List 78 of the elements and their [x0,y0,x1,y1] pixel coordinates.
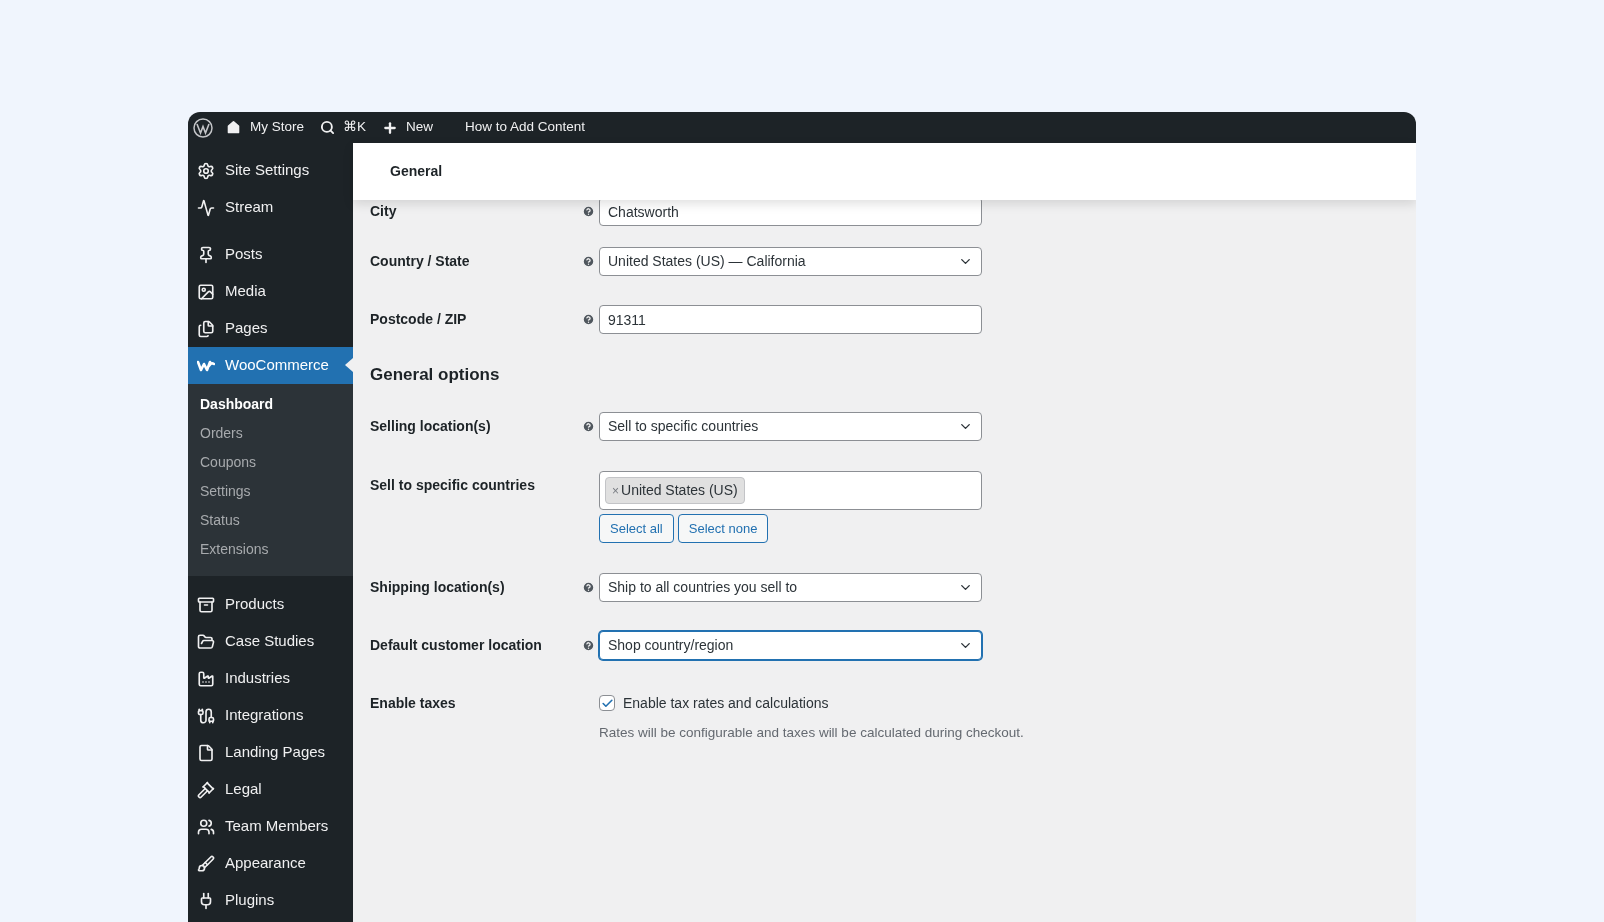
field-label: Postcode / ZIP [370,310,468,329]
factory-icon [197,669,215,688]
help-icon[interactable] [582,639,595,652]
field-label: City [370,202,398,221]
submenu-item[interactable]: Settings [188,477,353,506]
help-link[interactable]: How to Add Content [465,117,586,138]
sidebar-item[interactable]: Media [188,273,353,310]
field-label: Shipping location(s) [370,578,506,597]
section-heading: General options [370,364,501,384]
current-arrow-icon [345,358,353,372]
submenu-item[interactable]: Dashboard [188,390,353,419]
help-icon[interactable] [582,255,595,268]
sidebar-item[interactable]: Pages [188,310,353,347]
checkbox-label: Enable tax rates and calculations [623,693,829,713]
gavel-icon [197,780,215,799]
text-field[interactable]: 91311 [599,305,982,334]
sidebar-item[interactable]: Industries [188,660,353,697]
users-icon [197,817,215,836]
field-description: Rates will be configurable and taxes will be calculated during checkout. [599,724,1024,742]
field-label: Sell to specific countries [370,476,536,495]
field-label: Enable taxes [370,694,457,713]
select-field[interactable]: United States (US) — California [599,247,982,276]
cable-icon [197,706,215,725]
select-field[interactable]: Sell to specific countries [599,412,982,441]
multiselect-field[interactable]: ×United States (US) [599,471,982,510]
sidebar-item[interactable]: Integrations [188,697,353,734]
select-field[interactable]: Shop country/region [599,631,982,660]
sidebar-item[interactable]: WooCommerce [188,347,353,384]
help-icon[interactable] [582,420,595,433]
pages-icon [197,319,215,338]
check-icon [600,696,614,710]
sidebar-item[interactable]: Case Studies [188,623,353,660]
submenu-item[interactable]: Coupons [188,448,353,477]
home-icon [225,119,242,136]
folder-icon [197,632,215,651]
sidebar-item[interactable]: Team Members [188,808,353,845]
select-value: Shop country/region [608,636,734,655]
archive-icon [197,595,215,614]
search-link[interactable]: ⌘K [320,117,367,138]
submenu-item[interactable]: Status [188,506,353,535]
site-link[interactable]: My Store [225,117,304,138]
image-icon [197,282,215,301]
woo-icon [197,359,215,372]
help-icon[interactable] [582,313,595,326]
field-label: Selling location(s) [370,417,492,436]
gear-icon [197,161,215,180]
help-icon[interactable] [582,205,595,218]
submenu-item[interactable]: Extensions [188,535,353,564]
page-title: General [390,162,443,181]
select-value: Ship to all countries you sell to [608,578,798,597]
sidebar-item[interactable]: Appearance [188,845,353,882]
tag-label: United States (US) [621,481,738,500]
pin-icon [197,245,215,264]
sidebar-item[interactable]: Stream [188,189,353,226]
sidebar-item[interactable]: Site Settings [188,152,353,189]
search-icon [320,120,335,135]
brush-icon [197,854,215,873]
new-link[interactable]: New [382,117,434,138]
select-value: Sell to specific countries [608,417,759,436]
submenu-item[interactable]: Orders [188,419,353,448]
logo-icon[interactable] [193,117,213,138]
text-field[interactable]: Chatsworth [599,200,982,226]
checkbox[interactable] [599,695,615,711]
field-label: Country / State [370,252,471,271]
sidebar-item[interactable]: Plugins [188,882,353,919]
select-value: United States (US) — California [608,252,806,271]
file-icon [197,743,215,762]
sidebar-item[interactable]: Posts [188,236,353,273]
field-label: Default customer location [370,636,543,655]
sidebar-item[interactable]: Landing Pages [188,734,353,771]
help-icon[interactable] [582,581,595,594]
sidebar-item[interactable]: Legal [188,771,353,808]
select-button[interactable]: Select all [599,514,674,543]
select-button[interactable]: Select none [677,514,769,543]
select-field[interactable]: Ship to all countries you sell to [599,573,982,602]
pulse-icon [197,198,215,217]
plus-icon [382,119,399,136]
sidebar-item[interactable]: Products [188,586,353,623]
